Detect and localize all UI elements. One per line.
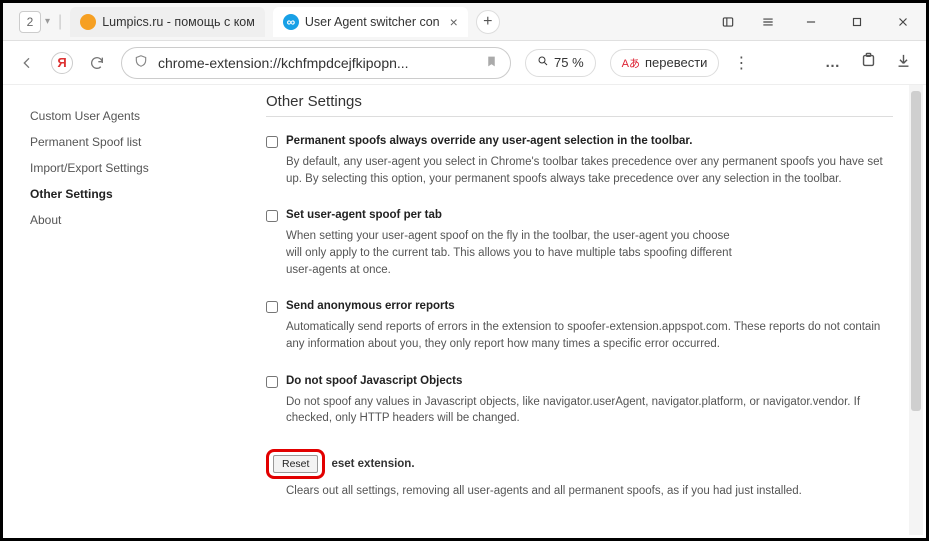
translate-icon: Aあ <box>622 55 640 71</box>
tab-label: User Agent switcher con <box>305 15 440 29</box>
favicon-icon <box>80 14 96 30</box>
checkbox-permanent-override[interactable] <box>266 136 278 148</box>
checkbox-error-reports[interactable] <box>266 301 278 313</box>
tab-count-badge[interactable]: 2 <box>19 11 41 33</box>
setting-desc: Do not spoof any values in Javascript ob… <box>286 394 886 427</box>
setting-desc: By default, any user-agent you select in… <box>286 154 886 187</box>
chevron-down-icon[interactable]: ▾ <box>45 16 50 27</box>
setting-label: Do not spoof Javascript Objects <box>286 375 462 387</box>
settings-content: Other Settings Permanent spoofs always o… <box>216 85 923 535</box>
checkbox-per-tab[interactable] <box>266 210 278 222</box>
address-bar: Я chrome-extension://kchfmpdcejfkipopn..… <box>3 41 926 85</box>
page-actions-menu[interactable]: ⋮ <box>733 53 750 73</box>
bookmark-icon[interactable] <box>485 55 498 71</box>
sidebar-item-import-export[interactable]: Import/Export Settings <box>30 155 216 181</box>
downloads-icon[interactable] <box>895 52 912 74</box>
sidebar-item-other-settings[interactable]: Other Settings <box>30 181 216 207</box>
more-menu-icon[interactable]: … <box>825 54 842 71</box>
translate-pill[interactable]: Aあ перевести <box>610 49 720 77</box>
vertical-scrollbar[interactable] <box>909 85 923 535</box>
new-tab-button[interactable]: + <box>476 10 500 34</box>
zoom-value: 75 % <box>554 55 584 70</box>
reset-row: Reset eset extension. <box>266 449 893 479</box>
setting-label: Send anonymous error reports <box>286 300 455 312</box>
setting-error-reports: Send anonymous error reports Automatical… <box>266 300 893 352</box>
tab-lumpics[interactable]: Lumpics.ru - помощь с ком <box>70 7 265 37</box>
sidebar-item-permanent-spoof-list[interactable]: Permanent Spoof list <box>30 129 216 155</box>
menu-icon[interactable] <box>748 3 788 41</box>
setting-label: Set user-agent spoof per tab <box>286 209 442 221</box>
page-title: Other Settings <box>266 93 893 117</box>
tab-label: Lumpics.ru - помощь с ком <box>102 15 255 29</box>
reset-desc: Clears out all settings, removing all us… <box>286 485 893 497</box>
favicon-icon: ∞ <box>283 14 299 30</box>
yandex-home-icon[interactable]: Я <box>51 52 73 74</box>
checkbox-no-js-spoof[interactable] <box>266 376 278 388</box>
tab-user-agent-switcher[interactable]: ∞ User Agent switcher con × <box>273 7 468 37</box>
zoom-pill[interactable]: 75 % <box>525 49 596 77</box>
shield-icon <box>134 54 148 71</box>
sidebar-item-custom-user-agents[interactable]: Custom User Agents <box>30 103 216 129</box>
back-button[interactable] <box>17 53 37 73</box>
setting-desc: When setting your user-agent spoof on th… <box>286 228 746 278</box>
sidebar-item-about[interactable]: About <box>30 207 216 233</box>
setting-desc: Automatically send reports of errors in … <box>286 319 886 352</box>
setting-no-js-spoof: Do not spoof Javascript Objects Do not s… <box>266 375 893 427</box>
setting-permanent-override: Permanent spoofs always override any use… <box>266 135 893 187</box>
extensions-icon[interactable] <box>860 52 877 74</box>
search-icon <box>537 55 549 70</box>
scrollbar-thumb[interactable] <box>911 91 921 411</box>
sidebar-toggle-icon[interactable] <box>708 3 748 41</box>
window-maximize-button[interactable] <box>834 3 880 41</box>
close-icon[interactable]: × <box>450 14 458 30</box>
settings-sidebar: Custom User Agents Permanent Spoof list … <box>6 85 216 535</box>
reset-button[interactable]: Reset <box>273 455 318 473</box>
window-minimize-button[interactable] <box>788 3 834 41</box>
setting-per-tab: Set user-agent spoof per tab When settin… <box>266 209 893 278</box>
reload-button[interactable] <box>87 53 107 73</box>
omnibox[interactable]: chrome-extension://kchfmpdcejfkipopn... <box>121 47 511 79</box>
url-text: chrome-extension://kchfmpdcejfkipopn... <box>158 55 475 71</box>
setting-label: Permanent spoofs always override any use… <box>286 135 692 147</box>
tab-bar: 2 ▾ | Lumpics.ru - помощь с ком ∞ User A… <box>3 3 926 41</box>
window-close-button[interactable] <box>880 3 926 41</box>
translate-label: перевести <box>645 55 707 70</box>
window-controls <box>708 3 926 41</box>
reset-highlight: Reset <box>266 449 325 479</box>
reset-label: eset extension. <box>331 458 414 470</box>
